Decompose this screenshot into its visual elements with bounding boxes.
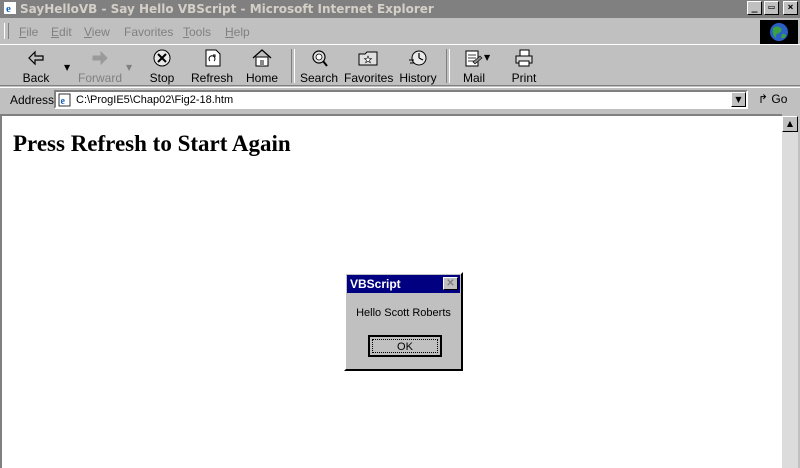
back-label: Back [22,71,50,85]
address-input[interactable]: e C:\ProgIE5\Chap02\Fig2-18.htm [54,90,748,109]
history-icon [409,50,427,66]
back-button[interactable]: Back [18,48,54,85]
ok-label: OK [372,339,438,353]
ie-window-icon: e [4,2,16,15]
ie-globe-logo [760,20,798,44]
mail-icon [465,50,483,67]
home-button[interactable]: Home [245,48,279,85]
menu-bar: File Edit View Favorites Tools Help [0,20,800,42]
page-icon: e [58,93,71,107]
svg-text:e: e [61,96,66,107]
svg-text:e: e [6,3,11,15]
forward-button[interactable]: Forward [78,48,123,85]
stop-button[interactable]: Stop [146,48,178,85]
dialog-title-bar: VBScript ✕ [347,275,460,293]
refresh-label: Refresh [190,71,234,85]
print-label: Print [511,71,537,85]
go-arrow-icon: ↱ [758,92,769,106]
menu-file[interactable]: File [19,25,38,39]
menu-favorites[interactable]: Favorites [124,25,173,39]
mail-dropdown-icon[interactable]: ▼ [484,53,490,62]
stop-icon [153,49,171,67]
address-label: Address [10,93,55,107]
vertical-scrollbar[interactable]: ▲ [782,116,798,468]
dialog-title: VBScript [350,277,401,291]
close-button[interactable]: × [783,1,798,15]
refresh-button[interactable]: Refresh [190,48,234,85]
dialog-message: Hello Scott Roberts [356,307,451,319]
back-arrow-icon [28,50,44,66]
maximize-button[interactable]: ▭ [764,1,779,15]
ok-button[interactable]: OK [368,335,442,357]
globe-icon [770,23,788,41]
vbscript-dialog: VBScript ✕ Hello Scott Roberts OK [344,272,463,371]
forward-arrow-icon [92,50,108,66]
menu-grip[interactable] [4,23,9,39]
menu-view[interactable]: View [84,25,110,39]
search-button[interactable]: Search [299,48,339,85]
mail-label: Mail [462,71,485,85]
address-value: C:\ProgIE5\Chap02\Fig2-18.htm [76,94,234,106]
title-bar: e SayHelloVB - Say Hello VBScript - Micr… [0,0,800,18]
toolbar-separator [291,49,295,83]
go-button[interactable]: ↱ Go [758,92,787,106]
printer-icon [515,49,533,67]
favorites-folder-icon [358,51,378,66]
window-title: SayHelloVB - Say Hello VBScript - Micros… [20,2,434,16]
history-button[interactable]: History [399,48,437,85]
print-button[interactable]: Print [510,48,538,85]
address-bar: Address e C:\ProgIE5\Chap02\Fig2-18.htm … [0,87,800,111]
go-label: Go [771,92,788,106]
forward-label: Forward [78,71,123,85]
back-dropdown-icon[interactable]: ▼ [64,63,70,72]
address-dropdown-button[interactable]: ▼ [731,92,746,107]
forward-dropdown-icon[interactable]: ▼ [126,63,132,72]
scroll-up-button[interactable]: ▲ [782,116,798,132]
home-label: Home [245,71,278,85]
page-heading: Press Refresh to Start Again [13,131,291,156]
refresh-icon [205,49,221,67]
history-label: History [399,71,437,85]
search-icon [312,50,328,67]
menu-help[interactable]: Help [225,25,250,39]
favorites-label: Favorites [344,71,394,85]
menu-tools[interactable]: Tools [183,25,211,39]
standard-toolbar: Back ▼ Forward ▼ Stop Refresh Home Searc… [0,44,800,86]
dialog-close-button[interactable]: ✕ [443,277,458,290]
menu-edit[interactable]: Edit [51,25,72,39]
toolbar-separator-2 [446,49,450,83]
home-icon [252,49,272,67]
favorites-button[interactable]: Favorites [344,48,394,85]
search-label: Search [299,71,339,85]
minimize-button[interactable]: _ [747,1,762,15]
stop-label: Stop [149,71,175,85]
